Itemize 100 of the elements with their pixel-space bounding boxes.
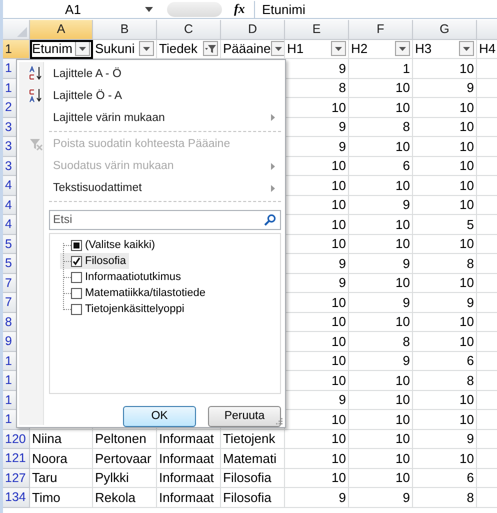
column-header[interactable]: B xyxy=(93,20,157,40)
resize-grip-icon xyxy=(276,418,283,425)
column-header[interactable]: G xyxy=(413,20,477,40)
dropdown-button[interactable] xyxy=(459,41,474,56)
column-header[interactable]: E xyxy=(285,20,349,40)
table-cell: 8 xyxy=(466,490,474,505)
table-cell: 10 xyxy=(332,216,346,232)
list-item[interactable]: Informaatiotutkimus xyxy=(60,269,184,286)
column-header[interactable]: F xyxy=(349,20,413,40)
table-cell: Peltonen xyxy=(95,431,146,446)
name-box[interactable]: A1 xyxy=(3,0,143,18)
table-cell: Timo xyxy=(32,490,60,505)
select-all-icon xyxy=(17,26,27,36)
table-cell: 9 xyxy=(338,60,346,76)
row-header[interactable]: 121 xyxy=(3,449,30,468)
table-cell: 10 xyxy=(460,60,474,76)
table-cell: 9 xyxy=(402,490,410,505)
list-item[interactable]: Filosofia xyxy=(60,253,129,270)
checkbox[interactable] xyxy=(71,256,82,267)
list-item[interactable]: Matematiikka/tilastotiede xyxy=(60,285,208,302)
table-cell: 9 xyxy=(402,256,410,271)
column-header[interactable]: A xyxy=(30,20,93,40)
table-cell: 10 xyxy=(396,372,410,388)
row-header[interactable]: 120 xyxy=(3,430,30,449)
table-cell: 10 xyxy=(396,412,410,427)
table-cell: 10 xyxy=(332,470,346,486)
column-header[interactable]: C xyxy=(157,20,221,40)
table-cell: 10 xyxy=(460,158,474,174)
table-cell: 10 xyxy=(332,178,346,193)
table-cell: 10 xyxy=(396,275,410,290)
clear-filter-icon xyxy=(29,136,43,152)
table-cell: 10 xyxy=(332,236,346,252)
table-cell: 9 xyxy=(402,197,410,212)
table-cell: 10 xyxy=(396,450,410,466)
table-cell: 10 xyxy=(332,314,346,330)
search-icon xyxy=(264,214,276,226)
table-cell: H2 xyxy=(351,41,368,56)
caret-icon xyxy=(145,6,153,12)
dropdown-button[interactable] xyxy=(139,41,154,56)
table-cell: 10 xyxy=(460,178,474,193)
table-cell: 6 xyxy=(402,158,410,174)
table-cell: 10 xyxy=(396,100,410,115)
table-cell: 10 xyxy=(396,236,410,252)
table-cell: 10 xyxy=(332,431,346,446)
dropdown-button[interactable] xyxy=(395,41,410,56)
checkbox[interactable] xyxy=(71,240,82,251)
table-cell: H1 xyxy=(287,41,304,56)
table-cell: 10 xyxy=(332,412,346,427)
table-cell: 6 xyxy=(466,470,474,486)
table-cell: 9 xyxy=(466,294,474,310)
table-cell: 10 xyxy=(460,412,474,427)
dropdown-button[interactable] xyxy=(331,41,346,56)
table-cell: 10 xyxy=(460,138,474,154)
dropdown-button[interactable] xyxy=(75,41,90,56)
list-item[interactable]: Tietojenkäsittelyoppi xyxy=(60,301,188,318)
table-cell: Matemati xyxy=(223,450,276,466)
checkbox[interactable] xyxy=(71,304,82,315)
menu-item[interactable]: Lajittele A - Ö xyxy=(19,63,281,85)
table-cell: 10 xyxy=(396,178,410,193)
table-cell: 9 xyxy=(338,490,346,505)
table-cell: Informaat xyxy=(159,490,214,505)
table-cell: 8 xyxy=(402,334,410,349)
table-cell: 9 xyxy=(338,256,346,271)
table-cell: 10 xyxy=(396,80,410,96)
checkbox[interactable] xyxy=(71,288,82,299)
filter-button[interactable] xyxy=(203,41,218,56)
table-cell: 9 xyxy=(466,431,474,446)
table-cell: 9 xyxy=(402,353,410,368)
cancel-button[interactable]: Peruuta xyxy=(208,406,281,427)
table-cell: 10 xyxy=(332,197,346,212)
table-cell: 10 xyxy=(460,197,474,212)
menu-item[interactable]: Lajittele Ö - A xyxy=(19,84,281,107)
table-cell: 10 xyxy=(460,450,474,466)
ok-button[interactable]: OK xyxy=(123,406,196,427)
sort-descending-icon xyxy=(29,88,43,104)
table-cell: Niina xyxy=(32,431,62,446)
formula-field[interactable]: Etunimi xyxy=(254,0,497,18)
table-cell: Rekola xyxy=(95,490,136,505)
table-cell: 6 xyxy=(466,353,474,368)
table-cell: Filosofia xyxy=(223,490,272,505)
menu-item[interactable]: Lajittele värin mukaan xyxy=(19,106,281,129)
search-field[interactable]: Etsi xyxy=(49,210,281,230)
row-header[interactable]: 1 xyxy=(3,40,30,59)
dropdown-button[interactable] xyxy=(270,41,284,56)
table-cell: Pääaine xyxy=(223,41,271,56)
table-cell: 8 xyxy=(338,80,346,96)
list-item[interactable]: (Valitse kaikki) xyxy=(60,237,158,254)
checkbox[interactable] xyxy=(71,272,82,283)
function-button[interactable]: fx xyxy=(234,1,254,17)
table-cell: 10 xyxy=(396,216,410,232)
menu-item[interactable]: Tekstisuodattimet xyxy=(19,177,281,200)
table-cell: 10 xyxy=(460,334,474,349)
table-cell: Filosofia xyxy=(223,470,272,486)
column-header[interactable]: D xyxy=(221,20,285,40)
table-cell: Tiedek xyxy=(159,41,198,56)
table-cell: Informaat xyxy=(159,431,214,446)
table-cell: 10 xyxy=(332,450,346,466)
row-header[interactable]: 134 xyxy=(3,488,30,508)
row-header[interactable]: 127 xyxy=(3,468,30,488)
table-cell: 9 xyxy=(338,138,346,154)
